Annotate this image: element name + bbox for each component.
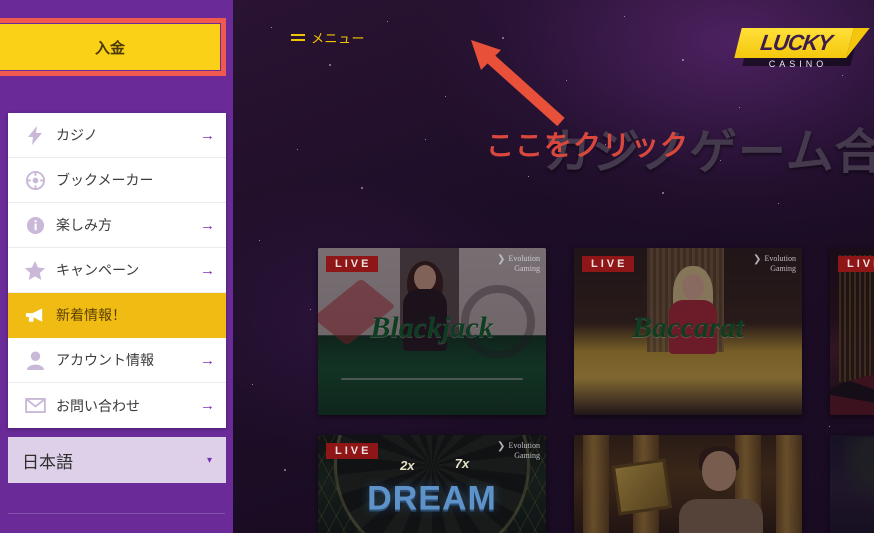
- live-badge: LIVE: [838, 256, 874, 272]
- game-title: Baccarat: [632, 311, 744, 345]
- multiplier-7x: 7x: [454, 455, 470, 471]
- game-title: Blackjack: [370, 311, 494, 345]
- ball-icon: [22, 170, 48, 190]
- provider-line2: Gaming: [514, 451, 540, 460]
- sidebar-item-campaign[interactable]: キャンペーン →: [8, 248, 226, 293]
- megaphone-icon: [22, 307, 48, 323]
- sidebar-item-contact[interactable]: お問い合わせ →: [8, 383, 226, 428]
- chevron-down-icon: ▾: [206, 454, 212, 466]
- provider-line1: Evolution: [508, 441, 540, 450]
- live-badge: LIVE: [582, 256, 635, 272]
- person-icon: [22, 351, 48, 370]
- envelope-icon: [22, 398, 48, 413]
- sidebar-item-account[interactable]: アカウント情報 →: [8, 338, 226, 383]
- provider-line2: Gaming: [770, 264, 796, 273]
- deposit-button[interactable]: 入金: [0, 24, 220, 70]
- card-overlay: [830, 435, 874, 533]
- chevron-right-icon: →: [200, 126, 215, 144]
- sidebar: 入金 カジノ → ブックメーカー 楽しみ方 → キャンペーン → 新着情報！ ア…: [0, 0, 233, 533]
- provider-mark: ❯: [497, 441, 506, 452]
- live-badge: LIVE: [326, 443, 379, 459]
- sidebar-item-label: 楽しみ方: [56, 217, 112, 233]
- chevron-right-icon: →: [200, 216, 215, 234]
- sidebar-menu: カジノ → ブックメーカー 楽しみ方 → キャンペーン → 新着情報！ アカウン…: [8, 113, 226, 428]
- provider-line2: Gaming: [514, 264, 540, 273]
- chevron-right-icon: →: [200, 397, 215, 414]
- chevron-right-icon: →: [200, 261, 215, 279]
- game-grid: LIVE ❯ Evolution Gaming Blackjack LIVE ❯…: [318, 248, 874, 533]
- logo-secondary-text: CASINO: [768, 59, 828, 69]
- game-card-dream-catcher[interactable]: LIVE ❯ Evolution Gaming 2x 7x DREAM: [318, 435, 546, 533]
- game-card-blackjack[interactable]: LIVE ❯ Evolution Gaming Blackjack: [318, 248, 546, 415]
- card-overlay: [830, 248, 874, 415]
- sidebar-item-label: お問い合わせ: [56, 397, 140, 414]
- game-card-slot-gothic[interactable]: [830, 435, 874, 533]
- sidebar-item-label: ブックメーカー: [56, 172, 154, 188]
- sidebar-item-bookmaker[interactable]: ブックメーカー: [8, 158, 226, 203]
- star-icon: [22, 260, 48, 280]
- game-card-baccarat[interactable]: LIVE ❯ Evolution Gaming Baccarat: [574, 248, 802, 415]
- menu-label: メニュー: [311, 31, 366, 46]
- provider-logo: ❯ Evolution Gaming: [497, 254, 540, 273]
- info-icon: [22, 216, 48, 235]
- logo-primary-text: LUCKY: [758, 30, 834, 55]
- page-root: メニュー LUCKY CASINO カジノゲーム合計: [0, 0, 874, 533]
- provider-mark: ❯: [753, 254, 762, 265]
- provider-line1: Evolution: [508, 254, 540, 263]
- lucky-casino-logo[interactable]: LUCKY CASINO: [732, 14, 870, 76]
- chevron-right-icon: →: [200, 351, 215, 369]
- card-overlay: [574, 435, 802, 533]
- game-card-roulette[interactable]: LIVE: [830, 248, 874, 415]
- game-card-slot-adventurer[interactable]: [574, 435, 802, 533]
- game-row-2: LIVE ❯ Evolution Gaming 2x 7x DREAM: [318, 435, 874, 533]
- sidebar-item-label: アカウント情報: [56, 352, 154, 368]
- provider-mark: ❯: [497, 254, 506, 265]
- language-value: 日本語: [22, 452, 73, 472]
- hamburger-menu-button[interactable]: メニュー: [291, 28, 365, 47]
- annotation-click-here: ここをクリック: [486, 130, 690, 161]
- sidebar-item-casino[interactable]: カジノ →: [8, 113, 226, 158]
- main-content: メニュー LUCKY CASINO カジノゲーム合計: [233, 0, 874, 533]
- multiplier-2x: 2x: [400, 457, 415, 473]
- game-row-1: LIVE ❯ Evolution Gaming Blackjack LIVE ❯…: [318, 248, 874, 415]
- sidebar-item-news[interactable]: 新着情報！: [8, 293, 226, 338]
- language-selector[interactable]: 日本語 ▾: [8, 437, 226, 483]
- sidebar-item-how-to-enjoy[interactable]: 楽しみ方 →: [8, 203, 226, 248]
- game-title: DREAM: [367, 479, 497, 518]
- provider-logo: ❯ Evolution Gaming: [753, 254, 796, 273]
- sidebar-item-label: 新着情報！: [56, 307, 126, 323]
- lightning-icon: [22, 125, 48, 145]
- provider-logo: ❯ Evolution Gaming: [497, 441, 540, 460]
- hamburger-icon: [291, 33, 305, 42]
- provider-line1: Evolution: [764, 254, 796, 263]
- sidebar-item-label: カジノ: [56, 127, 98, 143]
- deposit-highlight-group: 入金: [0, 18, 226, 76]
- live-badge: LIVE: [326, 256, 379, 272]
- sidebar-item-label: キャンペーン: [56, 262, 140, 278]
- sidebar-divider: [8, 513, 225, 514]
